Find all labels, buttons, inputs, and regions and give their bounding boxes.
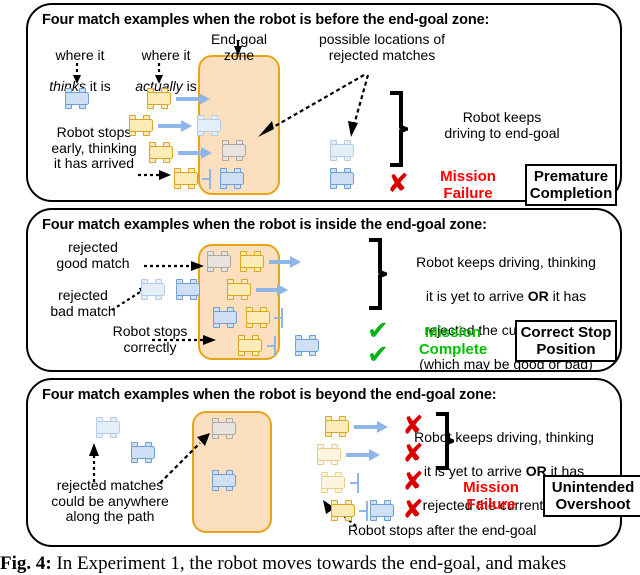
pointer-actually-to-robot	[152, 63, 166, 85]
robot-yellow-stopped-early	[171, 168, 201, 189]
robot-yellow-beyond-1	[322, 416, 352, 437]
robot-yellow-inside-2	[224, 279, 254, 300]
pointer-stops-early	[138, 168, 174, 182]
robot-yellow-actual-1	[144, 88, 174, 109]
robot-blue-rejected-bad	[138, 279, 168, 300]
pointer-rejected-good	[144, 259, 208, 273]
robot-yellow-stopped-after	[328, 500, 358, 521]
x-mark-beyond-3: ✘	[402, 467, 424, 497]
bracket-beyond	[432, 412, 454, 470]
robot-yellow-stopped-correct	[235, 335, 265, 356]
robot-yellow-beyond-2	[314, 444, 344, 465]
behaviour-inside-line2c: it has	[548, 288, 587, 304]
stop-bar-inside-4	[267, 336, 276, 356]
robot-blue-in-zone	[217, 168, 247, 189]
x-mark-beyond-1: ✘	[402, 411, 424, 441]
robot-grey-rejected-in-zone	[219, 140, 249, 161]
figure-4: Four match examples when the robot is be…	[0, 0, 640, 575]
panel-beyond-zone: Four match examples when the robot is be…	[26, 378, 640, 547]
pointer-zone-label	[231, 41, 245, 57]
motion-arrow-beyond-2	[346, 449, 380, 461]
bracket-before	[386, 91, 408, 167]
motion-arrow-1	[176, 93, 210, 105]
robot-blue-rejected-path-1	[93, 417, 123, 438]
robot-blue-rejected-path-2	[128, 442, 158, 463]
stop-bar-1	[202, 169, 211, 189]
label-where-actually-tail: is	[182, 77, 197, 94]
pointer-rejected-to-outside	[338, 71, 378, 143]
caption-label: Fig. 4:	[0, 553, 52, 574]
motion-arrow-beyond-1	[354, 421, 388, 433]
x-mark-beyond-2: ✘	[402, 439, 424, 469]
robot-yellow-actual-2	[126, 115, 156, 136]
robot-blue-inside-3	[210, 307, 240, 328]
motion-arrow-inside-2	[256, 284, 288, 296]
robot-blue-outside-inside-panel	[292, 335, 322, 356]
robot-blue-rejected-outside	[327, 140, 357, 161]
behaviour-inside-or: OR	[527, 288, 549, 304]
robot-grey-in-zone-beyond	[209, 418, 239, 439]
panel-before-title: Four match examples when the robot is be…	[42, 12, 490, 28]
panel-before-zone: Four match examples when the robot is be…	[26, 3, 622, 206]
panel-inside-title: Four match examples when the robot is in…	[42, 217, 487, 233]
robot-blue-after-goal	[367, 500, 397, 521]
motion-arrow-inside-1	[269, 256, 301, 268]
motion-arrow-2	[158, 120, 192, 132]
pointer-stops-correctly	[152, 333, 220, 347]
panel-inside-zone: Four match examples when the robot is in…	[26, 208, 622, 372]
caption-text: In Experiment 1, the robot moves towards…	[51, 553, 567, 574]
panel-beyond-title: Four match examples when the robot is be…	[42, 387, 497, 403]
outcome-unintended-overshoot: Unintended Overshoot	[543, 475, 640, 517]
label-rejected-good-match: rejected good match	[56, 239, 130, 271]
outcome-correct-stop-position: Correct Stop Position	[515, 320, 617, 362]
outcome-premature-completion: Premature Completion	[525, 164, 617, 206]
robot-grey-rejected-good	[204, 251, 234, 272]
stop-bar-beyond-3	[350, 473, 359, 493]
behaviour-inside-line2a: it is yet to arrive	[425, 288, 528, 304]
label-behaviour-before: Robot keeps driving to end-goal	[444, 109, 560, 141]
robot-yellow-beyond-3	[318, 472, 348, 493]
label-robot-stops-after: Robot stops after the end-goal	[348, 522, 537, 538]
pointer-anywhere-up	[86, 442, 106, 484]
figure-caption: Fig. 4: In Experiment 1, the robot moves…	[0, 553, 640, 575]
robot-blue-rejected-2	[194, 115, 224, 136]
label-where-thinks-line1: where it	[55, 46, 105, 63]
robot-yellow-inside-3	[243, 307, 273, 328]
stop-bar-inside-3	[274, 308, 283, 328]
status-mission-failure-before: Mission Failure	[440, 168, 496, 202]
check-mark-inside-2: ✔	[367, 340, 389, 370]
bracket-inside	[365, 238, 387, 310]
robot-blue-outside-zone	[327, 168, 357, 189]
status-mission-failure-beyond: Mission Failure	[463, 479, 519, 513]
x-mark-beyond-4: ✘	[402, 495, 424, 525]
pointer-thinks-to-robot	[70, 63, 84, 85]
label-possible-rejected-locations: possible locations of rejected matches	[318, 31, 446, 63]
behaviour-inside-line1: Robot keeps driving, thinking	[416, 254, 596, 270]
robot-blue-in-zone-beyond	[209, 470, 239, 491]
robot-yellow-inside-1	[237, 251, 267, 272]
robot-yellow-actual-3	[146, 142, 176, 163]
status-mission-complete: Mission Complete	[418, 324, 488, 358]
motion-arrow-3	[178, 147, 212, 159]
robot-blue-believed-1	[62, 88, 92, 109]
robot-blue-actual-inside-2	[173, 279, 203, 300]
x-mark-before-1: ✘	[387, 169, 409, 199]
